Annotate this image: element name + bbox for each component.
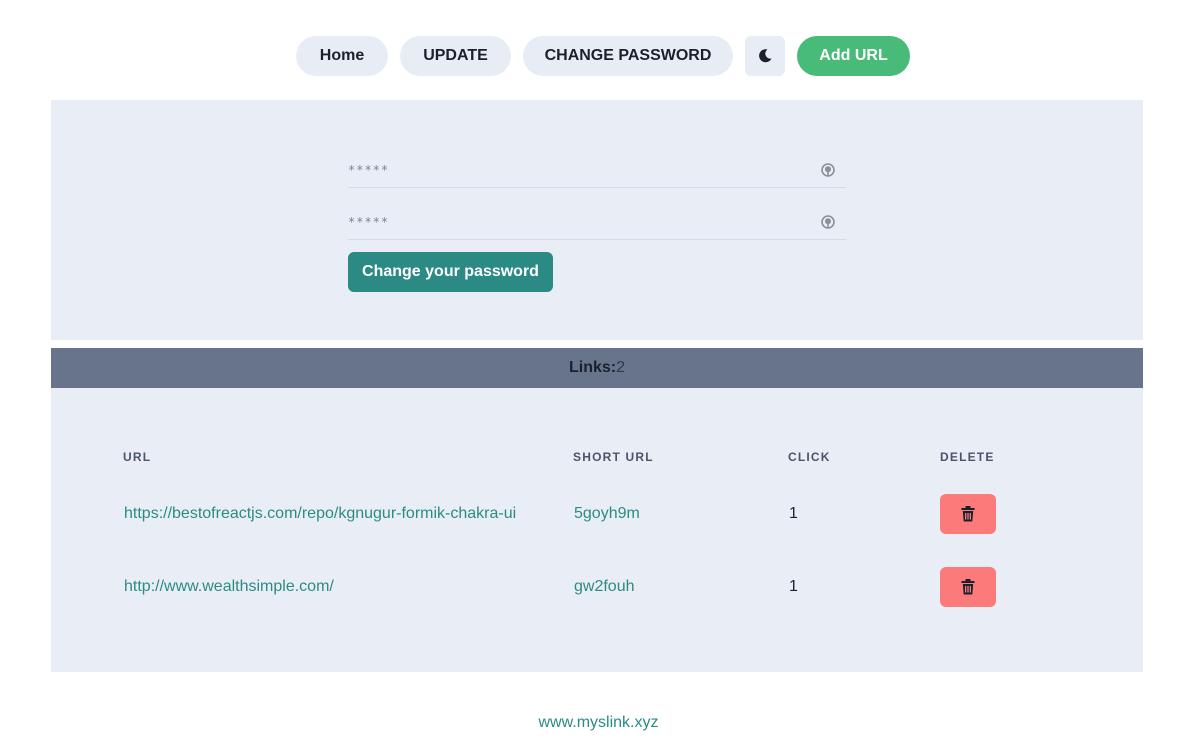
new-password-input[interactable]: [348, 152, 818, 188]
confirm-password-input[interactable]: [348, 204, 818, 240]
delete-button[interactable]: [940, 494, 996, 534]
long-url-link[interactable]: http://www.wealthsimple.com/: [124, 567, 521, 607]
table-row: https://bestofreactjs.com/repo/kgnugur-f…: [51, 494, 1143, 534]
column-header-click: CLICK: [788, 450, 831, 464]
change-password-panel: Change your password: [51, 100, 1143, 340]
links-label: Links:: [568, 359, 617, 376]
eye-icon[interactable]: [820, 162, 836, 178]
top-nav: Home UPDATE CHANGE PASSWORD Add URL: [0, 36, 1197, 76]
add-url-button[interactable]: Add URL: [797, 36, 910, 76]
links-count: 2: [616, 359, 626, 376]
table-row: http://www.wealthsimple.com/ gw2fouh 1: [51, 567, 1143, 607]
new-password-field: [348, 152, 846, 188]
footer: www.myslink.xyz: [0, 714, 1197, 732]
delete-button[interactable]: [940, 567, 996, 607]
home-button[interactable]: Home: [296, 36, 388, 76]
trash-icon: [961, 506, 975, 522]
confirm-password-field: [348, 204, 846, 240]
short-url-link[interactable]: gw2fouh: [574, 567, 635, 607]
click-count: 1: [789, 505, 798, 522]
long-url-link[interactable]: https://bestofreactjs.com/repo/kgnugur-f…: [124, 494, 521, 534]
column-header-short-url: SHORT URL: [573, 450, 654, 464]
column-header-url: URL: [123, 450, 152, 464]
column-header-delete: DELETE: [940, 450, 995, 464]
footer-site-link[interactable]: www.myslink.xyz: [538, 714, 658, 731]
eye-icon[interactable]: [820, 214, 836, 230]
short-url-link[interactable]: 5goyh9m: [574, 494, 640, 534]
moon-icon: [759, 49, 772, 63]
links-table: URL SHORT URL CLICK DELETE https://besto…: [51, 388, 1143, 672]
change-password-button[interactable]: CHANGE PASSWORD: [523, 36, 733, 76]
theme-toggle-button[interactable]: [745, 36, 785, 76]
click-count: 1: [789, 578, 798, 595]
update-button[interactable]: UPDATE: [400, 36, 511, 76]
links-count-bar: Links: 2: [51, 348, 1143, 388]
change-password-submit-button[interactable]: Change your password: [348, 252, 553, 292]
trash-icon: [961, 579, 975, 595]
